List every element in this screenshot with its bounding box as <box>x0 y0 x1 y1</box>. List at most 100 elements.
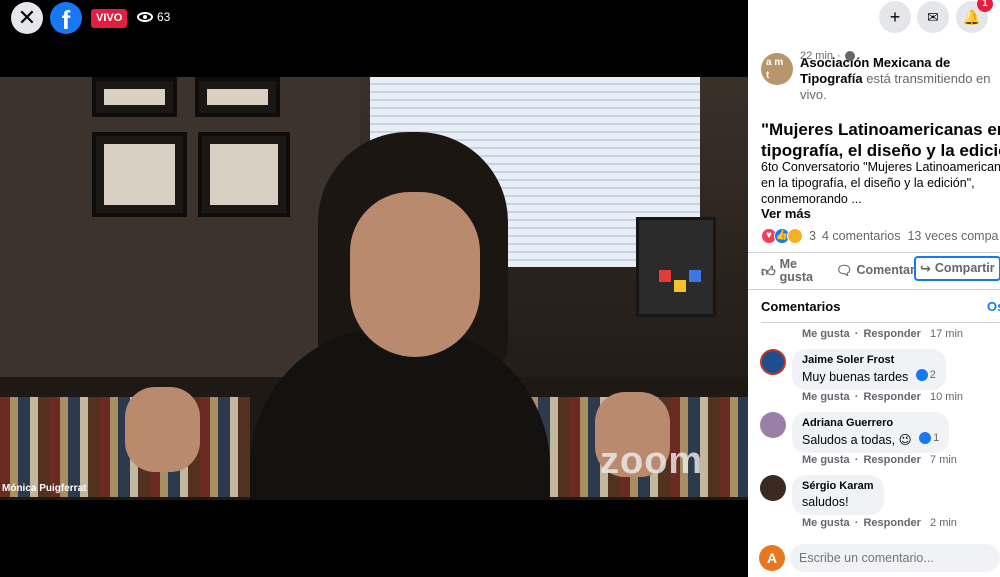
comment-input[interactable] <box>790 544 1000 572</box>
separator-dot: · <box>854 454 859 466</box>
like-badge-icon <box>919 432 932 444</box>
comment-reply-link[interactable]: Responder <box>863 328 920 340</box>
globe-icon <box>844 51 855 61</box>
share-button[interactable]: ↪ Compartir <box>914 256 1000 281</box>
like-button[interactable]: 👍︎ Me gusta <box>761 258 813 284</box>
share-icon: ↪ <box>920 261 931 276</box>
zoom-watermark: zoom <box>600 440 704 482</box>
wall-picture <box>92 132 187 217</box>
close-icon: ✕ <box>17 5 37 30</box>
comment-composer: A <box>748 540 1000 577</box>
bell-icon: 🔔 <box>963 9 981 25</box>
like-label: Me gusta <box>780 258 813 284</box>
comment-bubble: Jaime Soler Frost Muy buenas tardes 2 <box>792 349 946 390</box>
care-reaction-icon <box>787 228 803 244</box>
comment-reply-link[interactable]: Responder <box>863 391 920 403</box>
top-actions: + ✉ 🔔 1 <box>748 0 1000 36</box>
wall-picture <box>195 77 280 117</box>
post-title-line: "Mujeres Latinoamericanas en l <box>761 120 1000 139</box>
separator-dot: · <box>854 328 859 340</box>
comment-meta: Me gusta · Responder 10 min <box>802 391 963 403</box>
comment-time[interactable]: 2 min <box>930 517 957 529</box>
post-title: "Mujeres Latinoamericanas en l tipografí… <box>761 119 1000 161</box>
commenter-avatar[interactable] <box>760 475 786 501</box>
author-line: Asociación Mexicana de Tipografía está t… <box>800 55 1000 103</box>
comment-meta: Me gusta · Responder 7 min <box>802 454 957 466</box>
comment-bubble: Sérgio Karam saludos! <box>792 475 884 515</box>
comment-like-count[interactable]: 1 <box>919 432 939 444</box>
viewer-count: 63 <box>137 10 170 24</box>
reaction-count[interactable]: 3 <box>809 229 816 243</box>
comment-like-count-value: 2 <box>929 369 936 381</box>
post-timestamp: 22 min · <box>800 50 855 62</box>
shelf-poster <box>636 217 716 317</box>
comment-meta: Me gusta · Responder 2 min <box>802 517 957 529</box>
share-count[interactable]: 13 veces compa <box>907 229 998 243</box>
comment-author[interactable]: Sérgio Karam <box>802 480 874 492</box>
separator-dot: · <box>854 517 859 529</box>
comment-time[interactable]: 17 min <box>930 328 963 340</box>
comment-like-count-value: 1 <box>933 432 940 444</box>
participant-name-label: Mónica Puigferrat <box>2 483 87 494</box>
close-button[interactable]: ✕ <box>11 2 43 34</box>
messenger-button[interactable]: ✉ <box>917 1 949 33</box>
share-label: Compartir <box>934 261 995 275</box>
comment-icon: 🗨 <box>836 263 853 278</box>
comment-meta: Me gusta · Responder 17 min <box>802 328 963 340</box>
side-panel: + ✉ 🔔 1 a m t Asociación Mexicana de Tip… <box>748 0 1000 577</box>
like-label-line: gusta <box>779 270 813 284</box>
like-badge-icon <box>915 369 928 381</box>
comment-like-link[interactable]: Me gusta <box>802 328 850 340</box>
background-wall <box>0 77 360 377</box>
post-description-line: 6to Conversatorio "Mujeres Latinoamerica… <box>761 160 1000 174</box>
commenter-avatar[interactable] <box>760 349 786 375</box>
notification-count-badge: 1 <box>977 0 993 12</box>
comment-like-link[interactable]: Me gusta <box>802 517 850 529</box>
presenter-left-hand <box>125 387 200 472</box>
comment-author[interactable]: Adriana Guerrero <box>802 417 939 429</box>
comments-filter-link[interactable]: Os <box>987 299 1000 314</box>
wall-picture <box>92 77 177 117</box>
page-avatar-text: a m t <box>766 57 784 81</box>
comments-header: Comentarios <box>761 299 841 314</box>
eye-icon <box>137 12 153 22</box>
current-user-avatar[interactable]: A <box>759 545 785 571</box>
page-avatar[interactable]: a m t <box>761 53 793 85</box>
comment-reply-link[interactable]: Responder <box>863 517 920 529</box>
create-button[interactable]: + <box>879 1 911 33</box>
comment-like-link[interactable]: Me gusta <box>802 391 850 403</box>
comment-author[interactable]: Jaime Soler Frost <box>802 354 936 366</box>
comment-bubble: Adriana Guerrero Saludos a todas, 😉 1 <box>792 412 950 453</box>
presenter-face <box>350 192 480 357</box>
comment-button[interactable]: 🗨 Comentar <box>836 263 915 278</box>
comment-text: saludos! <box>802 495 849 509</box>
separator-dot: · <box>837 50 841 62</box>
comment-label: Comentar <box>856 263 915 277</box>
separator-dot: · <box>854 391 859 403</box>
post-time-value[interactable]: 22 min <box>800 50 833 62</box>
post-description: 6to Conversatorio "Mujeres Latinoamerica… <box>761 159 1000 207</box>
comment-like-count[interactable]: 2 <box>915 369 936 381</box>
comment-text: Saludos a todas, 😉 <box>802 433 912 447</box>
post-description-line: conmemorando ... <box>761 192 862 206</box>
wall-picture <box>198 132 290 217</box>
comment-time[interactable]: 7 min <box>930 454 957 466</box>
thumbs-up-icon: 👍︎ <box>761 262 776 279</box>
viewer-count-value: 63 <box>157 10 171 24</box>
comment-like-link[interactable]: Me gusta <box>802 454 850 466</box>
see-more-link[interactable]: Ver más <box>761 206 811 221</box>
video-area: zoom Mónica Puigferrat ✕ f VIVO 63 <box>0 0 748 577</box>
live-video-frame[interactable]: zoom Mónica Puigferrat <box>0 77 748 500</box>
post-description-line: en la tipografía, el diseño y la edición… <box>761 176 975 190</box>
comments-divider <box>761 322 1000 323</box>
comment-time[interactable]: 10 min <box>930 391 963 403</box>
comment-count[interactable]: 4 comentarios <box>822 229 901 243</box>
facebook-logo-icon[interactable]: f <box>50 2 82 35</box>
comment-reply-link[interactable]: Responder <box>863 454 920 466</box>
post-actions: 👍︎ Me gusta 🗨 Comentar ↪ Compartir <box>748 252 1000 290</box>
messenger-icon: ✉ <box>927 9 939 25</box>
live-badge: VIVO <box>91 9 128 28</box>
plus-icon: + <box>889 7 901 27</box>
post-title-line: tipografía, el diseño y la edición <box>761 141 1000 160</box>
commenter-avatar[interactable] <box>760 412 786 438</box>
